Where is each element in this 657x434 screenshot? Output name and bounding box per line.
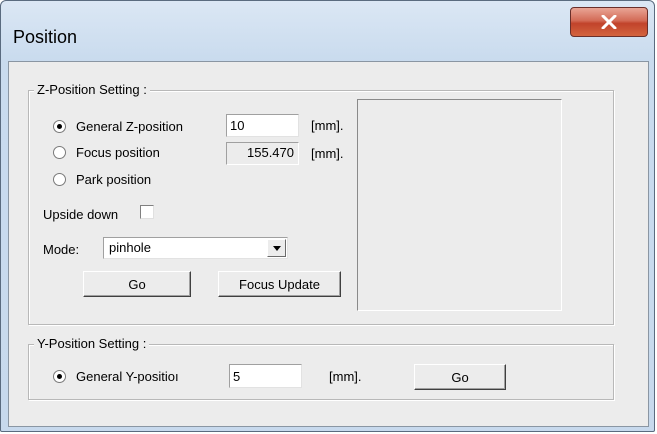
general-y-unit: [mm]. — [329, 369, 362, 384]
window-title: Position — [13, 27, 78, 47]
z-go-button[interactable]: Go — [83, 271, 191, 297]
radio-unselected-icon — [53, 173, 66, 186]
general-y-input[interactable] — [229, 364, 302, 388]
park-position-label: Park position — [76, 172, 152, 187]
close-button[interactable] — [570, 7, 648, 37]
general-z-unit: [mm]. — [311, 118, 344, 133]
focus-update-button[interactable]: Focus Update — [218, 271, 341, 297]
focus-position-unit: [mm]. — [311, 146, 344, 161]
general-y-label: General Y-positioı — [76, 369, 179, 384]
focus-position-label: Focus position — [76, 145, 160, 160]
close-x-icon — [601, 15, 617, 29]
mode-select[interactable]: pinhole — [103, 237, 288, 259]
general-z-radio[interactable]: General Z-position — [53, 119, 183, 134]
general-y-radio[interactable]: General Y-positioı — [53, 369, 179, 384]
radio-unselected-icon — [53, 146, 66, 159]
z-position-group: Z-Position Setting : General Z-position … — [28, 82, 614, 325]
park-position-radio[interactable]: Park position — [53, 172, 151, 187]
radio-selected-icon — [53, 370, 66, 383]
mode-label: Mode: — [43, 242, 80, 257]
focus-position-value: 155.470 — [226, 142, 299, 165]
z-position-group-label: Z-Position Setting : — [34, 82, 150, 98]
general-z-input[interactable] — [226, 114, 299, 137]
y-position-group: Y-Position Setting : General Y-positioı … — [28, 336, 614, 400]
y-position-group-label: Y-Position Setting : — [34, 336, 150, 352]
preview-panel — [357, 99, 562, 311]
focus-position-radio[interactable]: Focus position — [53, 145, 160, 160]
position-dialog: Position Z-Position Setting : General Z-… — [0, 0, 655, 432]
y-go-button[interactable]: Go — [414, 364, 506, 390]
general-z-label: General Z-position — [76, 119, 183, 134]
upside-down-label: Upside down — [43, 207, 119, 222]
mode-select-value: pinhole — [109, 240, 151, 255]
dialog-client-area: Z-Position Setting : General Z-position … — [8, 61, 649, 427]
upside-down-checkbox[interactable] — [140, 205, 154, 219]
chevron-down-icon[interactable] — [267, 239, 286, 257]
radio-selected-icon — [53, 120, 66, 133]
